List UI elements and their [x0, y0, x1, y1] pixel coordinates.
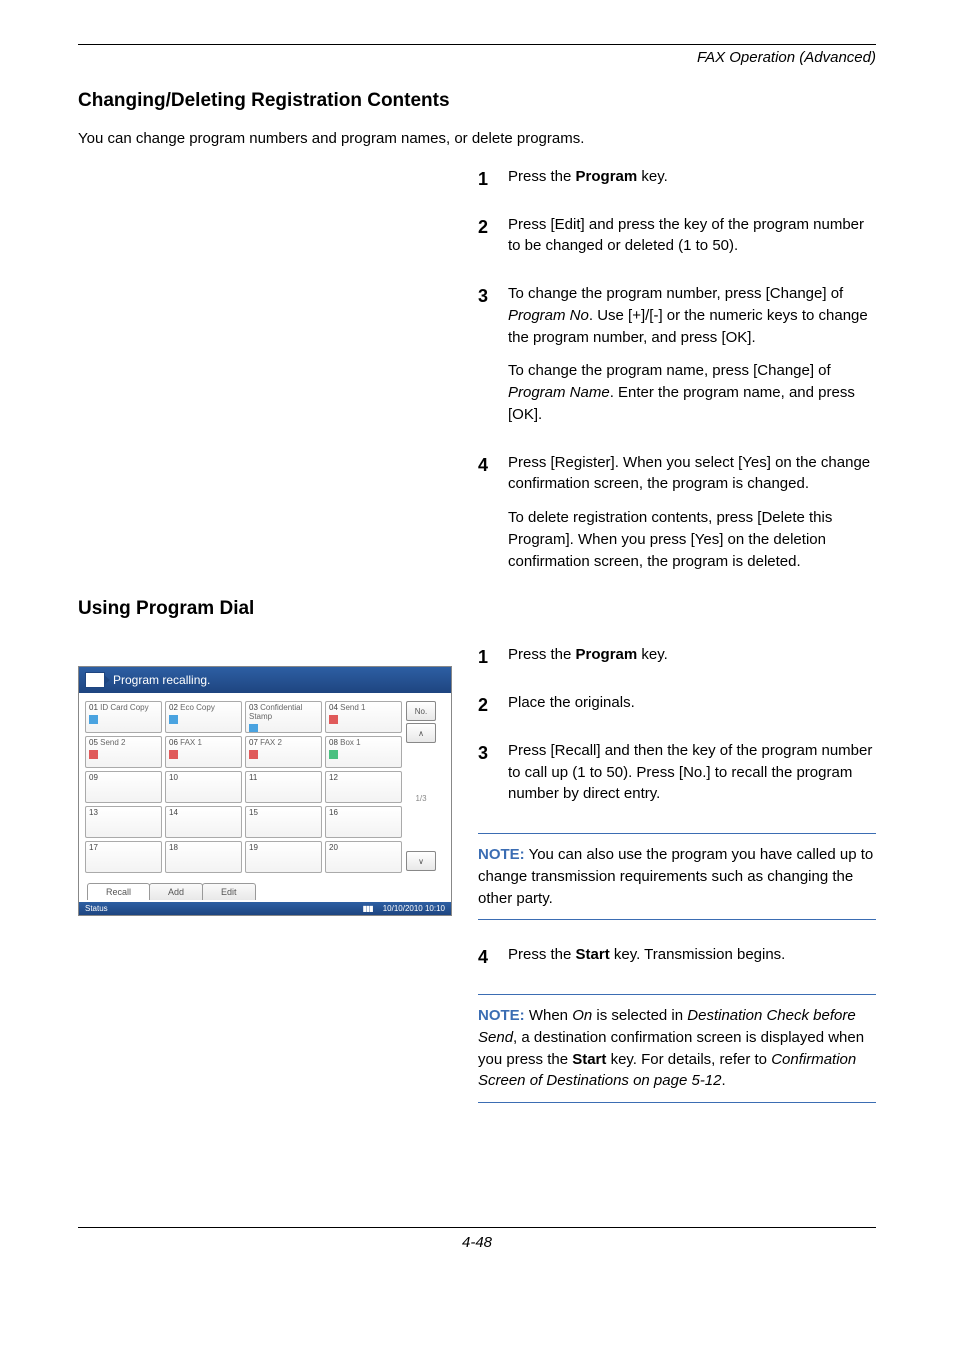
step-text: Press [Edit] and press the key of the pr…	[508, 214, 876, 270]
send-icon	[89, 750, 98, 759]
note-label: NOTE:	[478, 1007, 525, 1024]
screenshot-titlebar: Program recalling.	[79, 667, 451, 693]
status-timestamp: 10/10/2010 10:10	[383, 904, 445, 913]
page-number: 4-48	[78, 1227, 876, 1251]
scroll-up-button[interactable]: ∧	[406, 723, 436, 743]
status-label[interactable]: Status	[85, 904, 108, 913]
copy-icon	[169, 715, 178, 724]
toner-icon: ▮▮▮	[363, 904, 373, 913]
program-cell[interactable]: 20	[325, 841, 402, 873]
step-text: Press the Start key. Transmission begins…	[508, 944, 876, 978]
step-text: Press the Program key.	[508, 166, 876, 200]
copy-icon	[89, 715, 98, 724]
page-indicator: 1/3	[406, 745, 436, 851]
program-cell[interactable]: 16	[325, 806, 402, 838]
program-cell[interactable]: 12	[325, 771, 402, 803]
step-number: 1	[478, 166, 508, 192]
box-icon	[329, 750, 338, 759]
tab-add[interactable]: Add	[149, 883, 203, 900]
program-cell[interactable]: 08 Box 1	[325, 736, 402, 768]
fax-icon	[249, 750, 258, 759]
step-text: Press the Program key.	[508, 644, 876, 678]
program-cell[interactable]: 03 Confidential Stamp	[245, 701, 322, 733]
program-grid: 01 ID Card Copy02 Eco Copy03 Confidentia…	[85, 701, 402, 873]
step-number: 1	[478, 644, 508, 670]
program-cell[interactable]: 19	[245, 841, 322, 873]
send-icon	[329, 715, 338, 724]
scroll-down-button[interactable]: ∨	[406, 851, 436, 871]
program-cell[interactable]: 18	[165, 841, 242, 873]
step-number: 2	[478, 214, 508, 240]
fax-icon	[169, 750, 178, 759]
program-cell[interactable]: 17	[85, 841, 162, 873]
copy-icon	[249, 724, 258, 733]
step-number: 4	[478, 944, 508, 970]
step-text: To change the program number, press [Cha…	[508, 283, 876, 438]
program-cell[interactable]: 11	[245, 771, 322, 803]
program-cell[interactable]: 07 FAX 2	[245, 736, 322, 768]
device-screenshot: Program recalling. 01 ID Card Copy02 Eco…	[78, 666, 452, 916]
program-cell[interactable]: 06 FAX 1	[165, 736, 242, 768]
running-head: FAX Operation (Advanced)	[78, 49, 876, 66]
screenshot-title: Program recalling.	[113, 673, 210, 687]
program-cell[interactable]: 14	[165, 806, 242, 838]
note-box: NOTE: When On is selected in Destination…	[478, 994, 876, 1103]
tab-recall[interactable]: Recall	[87, 883, 150, 900]
heading-changing-deleting: Changing/Deleting Registration Contents	[78, 90, 876, 112]
note-box: NOTE: You can also use the program you h…	[478, 833, 876, 920]
program-cell[interactable]: 04 Send 1	[325, 701, 402, 733]
heading-using-program-dial: Using Program Dial	[78, 598, 876, 620]
step-text: Press [Recall] and then the key of the p…	[508, 740, 876, 817]
step-text: Press [Register]. When you select [Yes] …	[508, 452, 876, 585]
program-cell[interactable]: 13	[85, 806, 162, 838]
arrow-icon	[85, 672, 105, 688]
program-cell[interactable]: 09	[85, 771, 162, 803]
step-number: 3	[478, 740, 508, 766]
program-cell[interactable]: 10	[165, 771, 242, 803]
program-cell[interactable]: 02 Eco Copy	[165, 701, 242, 733]
note-label: NOTE:	[478, 846, 525, 863]
step-number: 2	[478, 692, 508, 718]
intro-paragraph: You can change program numbers and progr…	[78, 128, 876, 150]
step-text: Place the originals.	[508, 692, 876, 726]
program-cell[interactable]: 15	[245, 806, 322, 838]
step-number: 4	[478, 452, 508, 478]
program-cell[interactable]: 01 ID Card Copy	[85, 701, 162, 733]
tab-edit[interactable]: Edit	[202, 883, 256, 900]
step-number: 3	[478, 283, 508, 309]
program-cell[interactable]: 05 Send 2	[85, 736, 162, 768]
number-button[interactable]: No.	[406, 701, 436, 721]
